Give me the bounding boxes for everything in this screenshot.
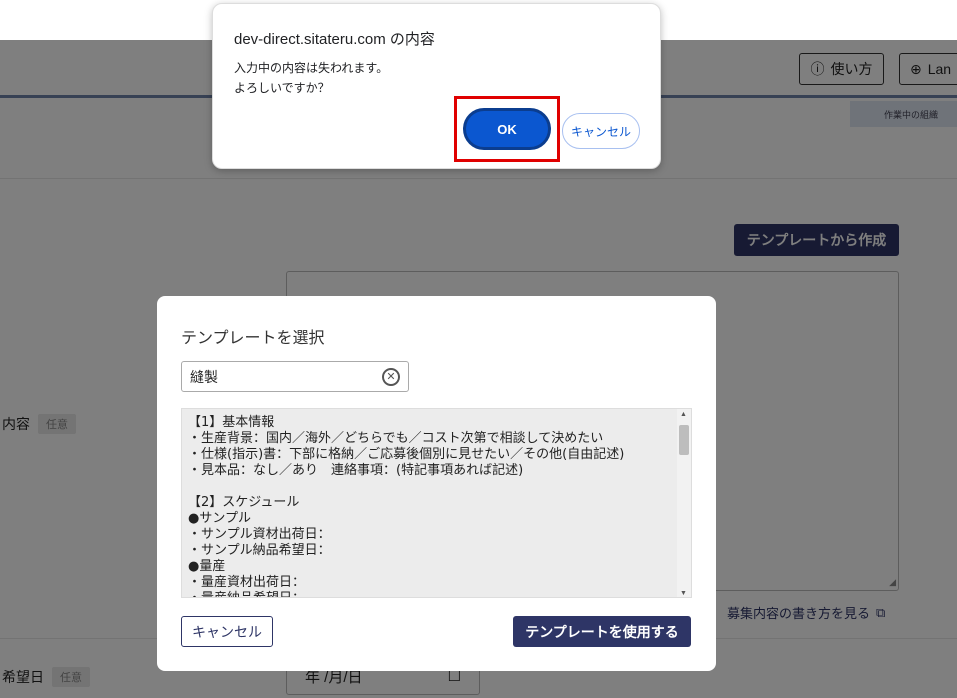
scroll-down-icon[interactable]: ▼: [680, 590, 687, 597]
modal-title: テンプレートを選択: [181, 330, 325, 347]
template-preview[interactable]: 【1】基本情報 ・生産背景：国内／海外／どちらでも／コスト次第で相談して決めたい…: [181, 408, 692, 598]
scrollbar[interactable]: ▲ ▼: [677, 409, 691, 597]
scroll-up-icon[interactable]: ▲: [680, 411, 687, 418]
browser-confirm-dialog: dev-direct.sitateru.com の内容 入力中の内容は失われます…: [212, 3, 661, 169]
use-template-button[interactable]: テンプレートを使用する: [513, 616, 691, 647]
confirm-message: 入力中の内容は失われます。 よろしいですか？: [234, 61, 389, 95]
template-search-input[interactable]: 縫製 ✕: [181, 361, 409, 392]
template-search-value: 縫製: [190, 368, 218, 385]
clear-search-icon[interactable]: ✕: [382, 368, 400, 386]
scrollbar-thumb[interactable]: [679, 425, 689, 455]
confirm-title: dev-direct.sitateru.com の内容: [234, 31, 435, 48]
template-cancel-button[interactable]: キャンセル: [181, 616, 273, 647]
template-select-modal: テンプレートを選択 縫製 ✕ 【1】基本情報 ・生産背景：国内／海外／どちらでも…: [157, 296, 716, 671]
confirm-cancel-button[interactable]: キャンセル: [562, 113, 640, 149]
template-preview-text: 【1】基本情報 ・生産背景：国内／海外／どちらでも／コスト次第で相談して決めたい…: [188, 415, 625, 597]
ok-button[interactable]: OK: [463, 108, 551, 150]
